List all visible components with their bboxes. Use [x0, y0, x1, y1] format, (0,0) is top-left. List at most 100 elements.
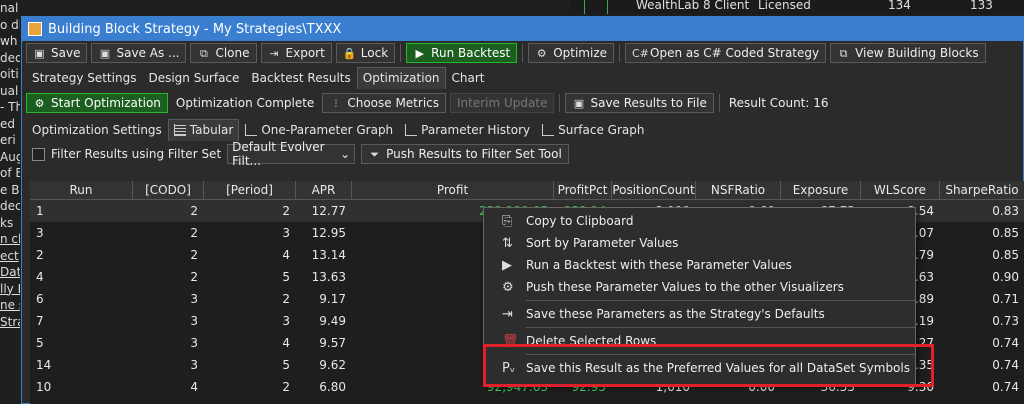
tab-strategy-settings[interactable]: Strategy Settings	[26, 67, 142, 89]
menu-item-label: Push these Parameter Values to the other…	[526, 280, 844, 294]
column-header[interactable]: Profit	[352, 181, 554, 199]
tab-label: Surface Graph	[558, 123, 645, 137]
menu-delete-rows[interactable]: 🗑 Delete Selected Rows	[484, 330, 915, 352]
toolbar-separator	[718, 94, 720, 112]
menu-item-label: Run a Backtest with these Parameter Valu…	[526, 258, 792, 272]
optimization-sub-tabs: Optimization Settings Tabular One-Paramete…	[22, 117, 1023, 141]
column-header[interactable]: Run	[30, 181, 133, 199]
column-header[interactable]: Exposure	[781, 181, 861, 199]
menu-push-params[interactable]: ⚙ Push these Parameter Values to the othe…	[484, 276, 915, 298]
table-cell: 2	[36, 248, 44, 262]
column-header[interactable]: NSFRatio	[696, 181, 781, 199]
tab-parameter-history[interactable]: Parameter History	[399, 119, 536, 141]
tab-chart[interactable]: Chart	[446, 67, 491, 89]
table-cell: 9.17	[319, 292, 346, 306]
button-label: Export	[285, 46, 325, 60]
tab-optimization-settings[interactable]: Optimization Settings	[26, 119, 168, 141]
choose-metrics-button[interactable]: ⫶ Choose Metrics	[322, 93, 447, 113]
filter-checkbox[interactable]	[32, 147, 45, 161]
line-chart-icon	[405, 124, 418, 136]
menu-item-label: Save this Result as the Preferred Values…	[526, 361, 910, 375]
table-cell: 13.63	[311, 270, 346, 284]
column-header[interactable]: PositionCount	[612, 181, 696, 199]
table-cell: 2	[282, 380, 290, 394]
result-count: Result Count: 16	[728, 96, 829, 110]
gear-icon: ⚙	[536, 46, 547, 60]
save-results-button[interactable]: ▣ Save Results to File	[565, 93, 714, 113]
table-cell: 4	[36, 270, 44, 284]
table-cell: 2	[190, 248, 198, 262]
filter-checkbox-label: Filter Results using Filter Set	[51, 147, 222, 161]
table-cell: 10	[36, 380, 52, 394]
table-cell: 2	[282, 204, 290, 218]
bg-text-fragment: eri	[0, 133, 16, 147]
table-cell: 9.49	[319, 314, 346, 328]
save-as-button[interactable]: ▣ Save As ...	[91, 43, 187, 63]
tab-optimization[interactable]: Optimization	[356, 67, 446, 89]
window-title: Building Block Strategy - My Strategies\…	[48, 21, 342, 37]
interim-update-button[interactable]: Interim Update	[450, 93, 555, 113]
start-optimization-button[interactable]: ⚙ Start Optimization	[26, 93, 168, 113]
menu-item-label: Save these Parameters as the Strategy's …	[526, 307, 825, 321]
main-tabs: Strategy Settings Design Surface Backtest …	[22, 65, 1023, 89]
bg-text-fragment: Dat	[0, 265, 20, 279]
table-cell: 4	[282, 336, 290, 350]
menu-save-defaults[interactable]: ⇥ Save these Parameters as the Strategy's…	[484, 303, 915, 325]
tab-backtest-results[interactable]: Backtest Results	[245, 67, 356, 89]
clone-button[interactable]: ⧉ Clone	[190, 43, 257, 63]
optimize-button[interactable]: ⚙ Optimize	[528, 43, 614, 63]
table-cell: 2	[282, 292, 290, 306]
column-header[interactable]: [CODO]	[133, 181, 204, 199]
table-cell: 0.74	[992, 358, 1019, 372]
table-cell: 14	[36, 358, 52, 372]
sort-icon: ⇅	[502, 235, 513, 251]
filter-set-dropdown[interactable]: Default Evolver Filt... ⌄	[227, 140, 356, 168]
app-icon	[28, 22, 42, 36]
table-cell: 0.73	[992, 314, 1019, 328]
run-backtest-button[interactable]: ▶ Run Backtest	[406, 43, 518, 63]
table-cell: 7	[36, 314, 44, 328]
menu-separator	[526, 300, 915, 301]
lock-icon: 🔒	[342, 46, 357, 60]
column-header[interactable]: APR	[296, 181, 352, 199]
bg-text-fragment: ect	[0, 248, 19, 263]
pv-icon: Pᵥ	[502, 360, 516, 376]
table-cell: 9.57	[319, 336, 346, 350]
background-window-top: WealthLab 8 Client Licensed 134 133	[570, 0, 1024, 14]
surface-icon	[542, 124, 555, 136]
optimization-toolbar: ⚙ Start Optimization Optimization Comple…	[22, 89, 1023, 117]
view-building-blocks-button[interactable]: ⧉ View Building Blocks	[830, 43, 986, 63]
button-label: Save As ...	[116, 46, 180, 60]
column-header[interactable]: SharpeRatio	[940, 181, 1024, 199]
tab-tabular[interactable]: Tabular	[167, 119, 240, 141]
save-button[interactable]: ▣ Save	[26, 43, 88, 63]
bg-text-fragment: ual	[0, 83, 19, 98]
menu-run-backtest[interactable]: ▶ Run a Backtest with these Parameter Val…	[484, 254, 915, 276]
bg-text-fragment: wh	[0, 34, 18, 48]
table-icon	[173, 124, 186, 136]
push-icon: ⚙	[502, 279, 514, 295]
lock-button[interactable]: 🔒 Lock	[335, 43, 396, 63]
table-cell: 5	[36, 336, 44, 350]
tree-lines	[584, 0, 608, 14]
table-cell: 3	[190, 314, 198, 328]
tab-design-surface[interactable]: Design Surface	[142, 67, 245, 89]
tab-surface-graph[interactable]: Surface Graph	[536, 119, 650, 141]
column-header[interactable]: ProfitPct	[554, 181, 612, 199]
column-header[interactable]: WLScore	[861, 181, 940, 199]
bg-text-fragment: oiti	[0, 67, 19, 81]
push-results-button[interactable]: ⏷ Push Results to Filter Set Tool	[361, 144, 569, 164]
open-csharp-button[interactable]: C# Open as C# Coded Strategy	[625, 43, 827, 63]
export-button[interactable]: ⇥ Export	[260, 43, 332, 63]
table-cell: 6.80	[319, 380, 346, 394]
bg-text-fragment: ded	[0, 50, 20, 65]
menu-separator	[526, 327, 915, 328]
menu-sort-params[interactable]: ⇅ Sort by Parameter Values	[484, 232, 915, 254]
column-header[interactable]: [Period]	[204, 181, 296, 199]
menu-save-preferred[interactable]: Pᵥ Save this Result as the Preferred Valu…	[484, 357, 915, 379]
tab-one-parameter-graph[interactable]: One-Parameter Graph	[239, 119, 399, 141]
menu-copy-clipboard[interactable]: ⎘ Copy to Clipboard	[484, 210, 915, 232]
title-bar[interactable]: Building Block Strategy - My Strategies\…	[22, 17, 1023, 41]
bg-text-fragment: nal	[0, 1, 19, 15]
play-icon: ▶	[415, 46, 424, 60]
